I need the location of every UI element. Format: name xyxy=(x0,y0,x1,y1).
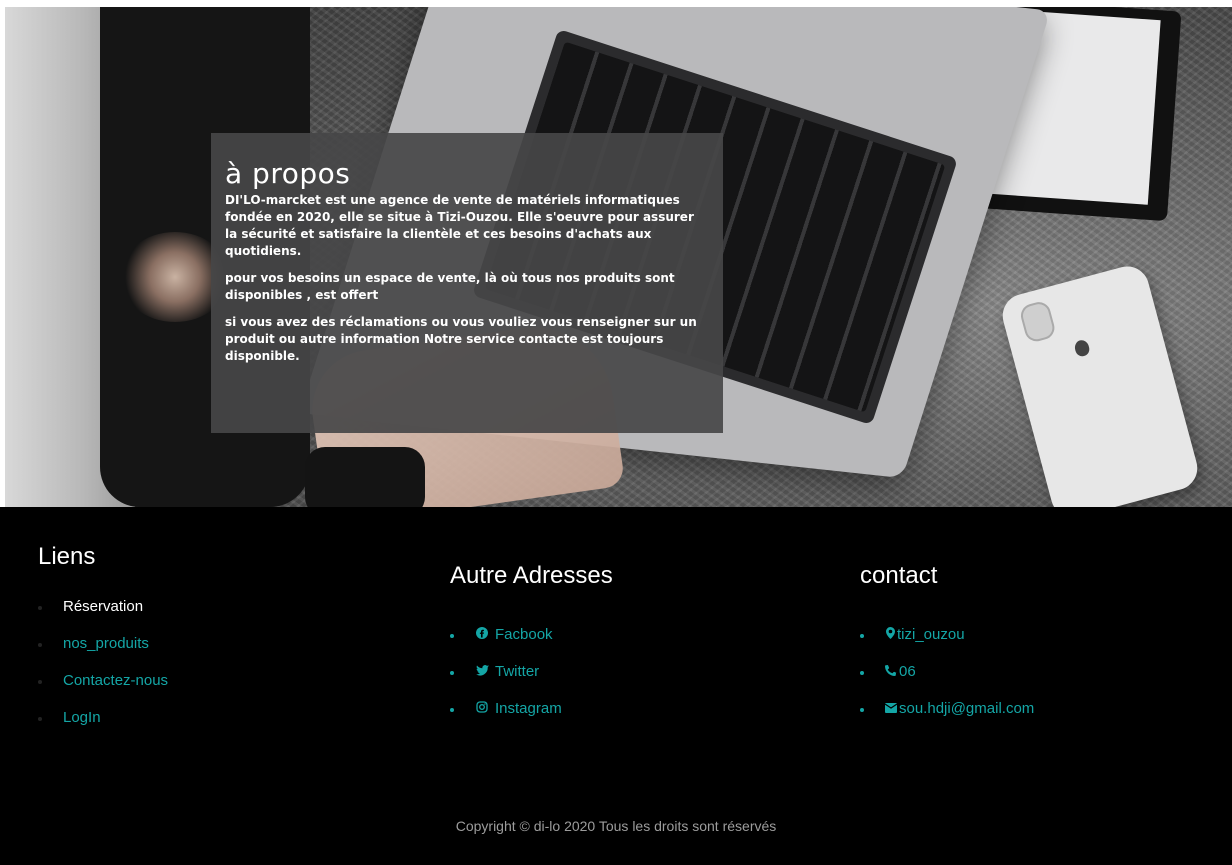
phone-label[interactable]: 06 xyxy=(899,663,916,680)
about-title: à propos xyxy=(225,157,351,190)
link-login[interactable]: LogIn xyxy=(38,708,168,745)
contact-phone[interactable]: 06 xyxy=(860,662,1034,699)
contact-location[interactable]: tizi_ouzou xyxy=(860,625,1034,662)
sleeve xyxy=(305,447,425,507)
instagram-label[interactable]: Instagram xyxy=(495,700,562,717)
link-contactez-nous[interactable]: Contactez-nous xyxy=(38,671,168,708)
contact-column: contact tizi_ouzou 06 sou.hdji@gmail.com xyxy=(860,562,1034,736)
addresses-column: Autre Adresses Facbook Twitter Instagram xyxy=(450,562,613,736)
addresses-list: Facbook Twitter Instagram xyxy=(450,625,613,736)
links-title: Liens xyxy=(38,543,96,570)
instagram-icon xyxy=(475,699,489,719)
about-paragraph-3: si vous avez des réclamations ou vous vo… xyxy=(225,315,697,363)
instagram-link[interactable]: Instagram xyxy=(450,699,613,736)
phone-camera xyxy=(1018,299,1058,344)
link-reservation[interactable]: Réservation xyxy=(38,597,168,634)
facebook-link[interactable]: Facbook xyxy=(450,625,613,662)
link-nos-produits[interactable]: nos_produits xyxy=(38,634,168,671)
link-reservation-label[interactable]: Réservation xyxy=(63,598,143,615)
links-column: Liens Réservation nos_produits Contactez… xyxy=(38,543,168,745)
footer: Liens Réservation nos_produits Contactez… xyxy=(0,507,1232,865)
about-paragraph-1: DI'LO-marcket est une agence de vente de… xyxy=(225,193,694,258)
twitter-label[interactable]: Twitter xyxy=(495,663,539,680)
phone-icon xyxy=(885,662,897,682)
contact-list: tizi_ouzou 06 sou.hdji@gmail.com xyxy=(860,625,1034,736)
twitter-icon xyxy=(475,662,489,682)
facebook-icon xyxy=(475,625,489,645)
addresses-title: Autre Adresses xyxy=(450,562,613,589)
location-label[interactable]: tizi_ouzou xyxy=(897,626,965,643)
email-label[interactable]: sou.hdji@gmail.com xyxy=(899,700,1034,717)
contact-email[interactable]: sou.hdji@gmail.com xyxy=(860,699,1034,736)
envelope-icon xyxy=(884,699,898,719)
apple-logo-icon xyxy=(1073,338,1091,358)
twitter-link[interactable]: Twitter xyxy=(450,662,613,699)
contact-title: contact xyxy=(860,562,938,589)
link-nos-produits-label[interactable]: nos_produits xyxy=(63,635,149,652)
about-paragraph-2: pour vos besoins un espace de vente, là … xyxy=(225,271,675,302)
link-login-label[interactable]: LogIn xyxy=(63,709,101,726)
about-section: à propos DI'LO-marcket est une agence de… xyxy=(211,133,723,433)
map-marker-icon xyxy=(885,625,895,645)
link-contactez-nous-label[interactable]: Contactez-nous xyxy=(63,672,168,689)
copyright-text: Copyright © di-lo 2020 Tous les droits s… xyxy=(455,818,777,834)
facebook-label[interactable]: Facbook xyxy=(495,626,553,643)
links-list: Réservation nos_produits Contactez-nous … xyxy=(38,597,168,745)
